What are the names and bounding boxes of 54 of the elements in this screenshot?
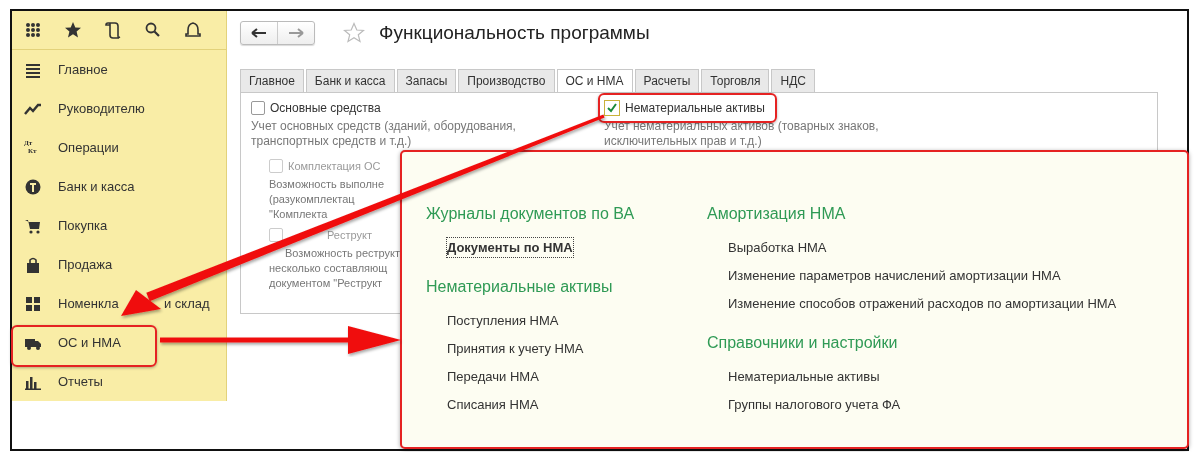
checkbox-label: Нематериальные активы	[625, 101, 765, 115]
star-icon[interactable]	[64, 21, 82, 39]
checkbox-label: Комплектация ОС	[288, 160, 381, 172]
sidebar-item[interactable]: Банк и касса	[12, 167, 226, 206]
checkbox-label: Основные средства	[270, 101, 381, 115]
menu-link[interactable]: Группы налогового учета ФА	[727, 394, 902, 415]
bag-icon	[24, 255, 42, 274]
tab[interactable]: Торговля	[701, 69, 770, 92]
coin-icon	[24, 177, 42, 196]
menu-link[interactable]: Передачи НМА	[446, 366, 540, 387]
section-heading: Амортизация НМА	[707, 204, 847, 224]
tab[interactable]: Расчеты	[634, 69, 700, 92]
menu-link[interactable]: Списания НМА	[446, 394, 540, 415]
description-text: несколько составляющ	[269, 261, 388, 276]
tab[interactable]: Банк и касса	[305, 69, 395, 92]
sidebar-item[interactable]: Номенкла и склад	[12, 284, 226, 323]
section-heading: Нематериальные активы	[426, 277, 614, 297]
sidebar-item[interactable]: ОС и НМА	[12, 323, 226, 362]
description-text: транспортных средств и т.д.)	[251, 134, 412, 149]
menu-link[interactable]: Изменение способов отражений расходов по амортизации НМА	[727, 293, 1118, 314]
checkbox[interactable]	[604, 100, 620, 116]
description-text: (разукомплектац	[269, 192, 355, 207]
page-title: Функциональность программы	[379, 22, 650, 44]
sidebar-item[interactable]: Отчеты	[12, 362, 226, 401]
tab[interactable]: Главное	[240, 69, 304, 92]
sidebar-item[interactable]: Покупка	[12, 206, 226, 245]
star-icon[interactable]	[343, 22, 365, 44]
menu-link[interactable]: Документы по НМА	[446, 237, 574, 258]
grid-icon	[24, 294, 42, 313]
apps-icon[interactable]	[24, 21, 42, 39]
description-text: "Комплекта	[269, 207, 328, 222]
tab[interactable]: НДС	[771, 69, 815, 92]
sidebar-item[interactable]: Руководителю	[12, 89, 226, 128]
section-heading: Справочники и настройки	[707, 333, 899, 353]
description-text: Возможность выполне	[269, 177, 384, 192]
description-text: документом "Реструкт	[269, 276, 383, 291]
description-text: Возможность реструкт	[285, 246, 401, 261]
tab[interactable]: ОС и НМА	[556, 69, 633, 92]
menu-link[interactable]: Нематериальные активы	[727, 366, 881, 387]
menu-link[interactable]: Выработка НМА	[727, 237, 828, 258]
sidebar-item[interactable]: Главное	[12, 50, 226, 89]
menu-link[interactable]: Принятия к учету НМА	[446, 338, 585, 359]
sidebar-item[interactable]: Продажа	[12, 245, 226, 284]
description-text: исключительных прав и т.д.)	[604, 134, 762, 149]
description-text: Учет основных средств (зданий, оборудования,	[251, 119, 516, 134]
tab[interactable]: Производство	[458, 69, 555, 92]
checkbox[interactable]	[251, 101, 265, 115]
bell-icon[interactable]	[184, 21, 202, 39]
menu-link[interactable]: Поступления НМА	[446, 310, 560, 331]
search-icon[interactable]	[144, 21, 162, 39]
tab[interactable]: Запасы	[396, 69, 457, 92]
menu-link[interactable]: Изменение параметров начислений амортизации НМА	[727, 265, 1062, 286]
checkbox-label: Реструкт	[327, 229, 372, 241]
section-heading: Журналы документов по ВА	[426, 204, 636, 224]
